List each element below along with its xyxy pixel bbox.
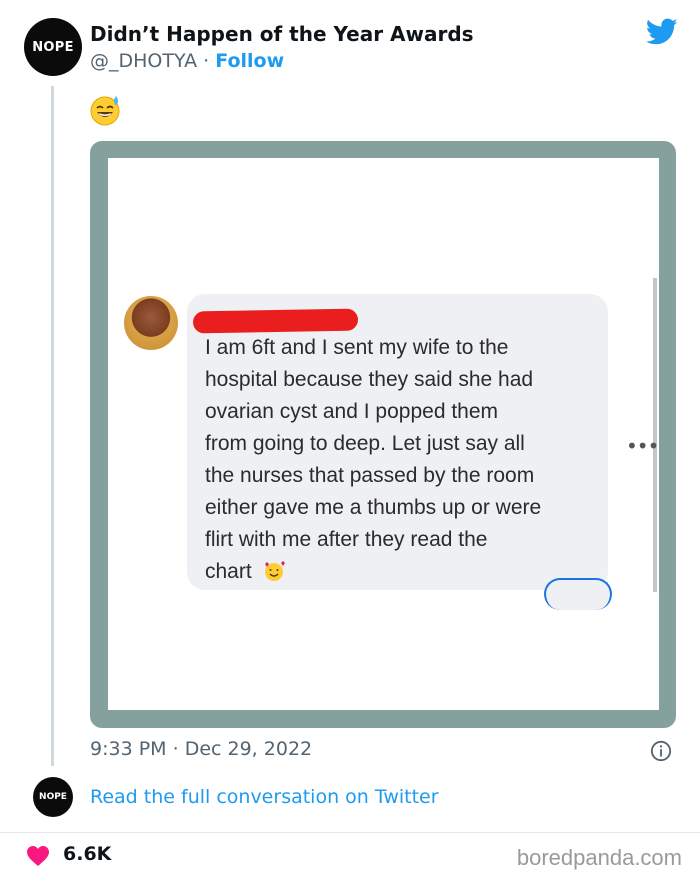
comment-line: flirt with me after they read the	[205, 528, 488, 551]
author-avatar-small[interactable]: NOPE	[33, 777, 73, 817]
comment-line: the nurses that passed by the room	[205, 464, 535, 487]
reaction-badge	[544, 578, 612, 610]
smiling-hearts-emoji-icon	[264, 561, 285, 581]
read-conversation-link[interactable]: Read the full conversation on Twitter	[90, 786, 439, 808]
tweet-date: Dec 29, 2022	[184, 738, 313, 760]
footer-divider	[0, 832, 700, 833]
comment-line: hospital because they said she had	[205, 368, 534, 391]
sweat-smile-emoji-icon	[90, 96, 120, 126]
more-options-icon: •••	[626, 434, 659, 458]
separator: ·	[203, 50, 210, 72]
comment-line: either gave me a thumbs up or were	[205, 496, 542, 519]
comment-text: I am 6ft and I sent my wife to the hospi…	[205, 332, 605, 588]
thread-line	[51, 86, 54, 766]
comment-line: I am 6ft and I sent my wife to the	[205, 336, 509, 359]
twitter-bird-icon[interactable]	[646, 18, 678, 46]
tweet-time: 9:33 PM	[90, 738, 167, 760]
author-handle[interactable]: @_DHOTYA	[90, 50, 197, 72]
comment-line-last: chart	[205, 556, 605, 588]
boredpanda-watermark: boredpanda.com	[516, 845, 682, 870]
heart-icon[interactable]	[26, 845, 50, 867]
avatar-text: NOPE	[39, 792, 67, 802]
separator: ·	[172, 738, 179, 760]
like-count: 6.6K	[63, 843, 112, 865]
comment-line: from going to deep. Let just say all	[205, 432, 525, 455]
comment-line: ovarian cyst and I popped them	[205, 400, 499, 423]
comment-last-word: chart	[205, 560, 252, 583]
avatar-text: NOPE	[32, 39, 74, 55]
author-name[interactable]: Didn’t Happen of the Year Awards	[90, 22, 474, 46]
follow-button[interactable]: Follow	[215, 50, 284, 72]
tweet-timestamp[interactable]: 9:33 PM · Dec 29, 2022	[90, 738, 312, 760]
info-icon[interactable]	[650, 740, 672, 762]
author-avatar[interactable]: NOPE	[24, 18, 82, 76]
commenter-avatar	[124, 296, 178, 350]
redacted-name	[192, 308, 359, 334]
author-handle-row: @_DHOTYA · Follow	[90, 50, 284, 72]
